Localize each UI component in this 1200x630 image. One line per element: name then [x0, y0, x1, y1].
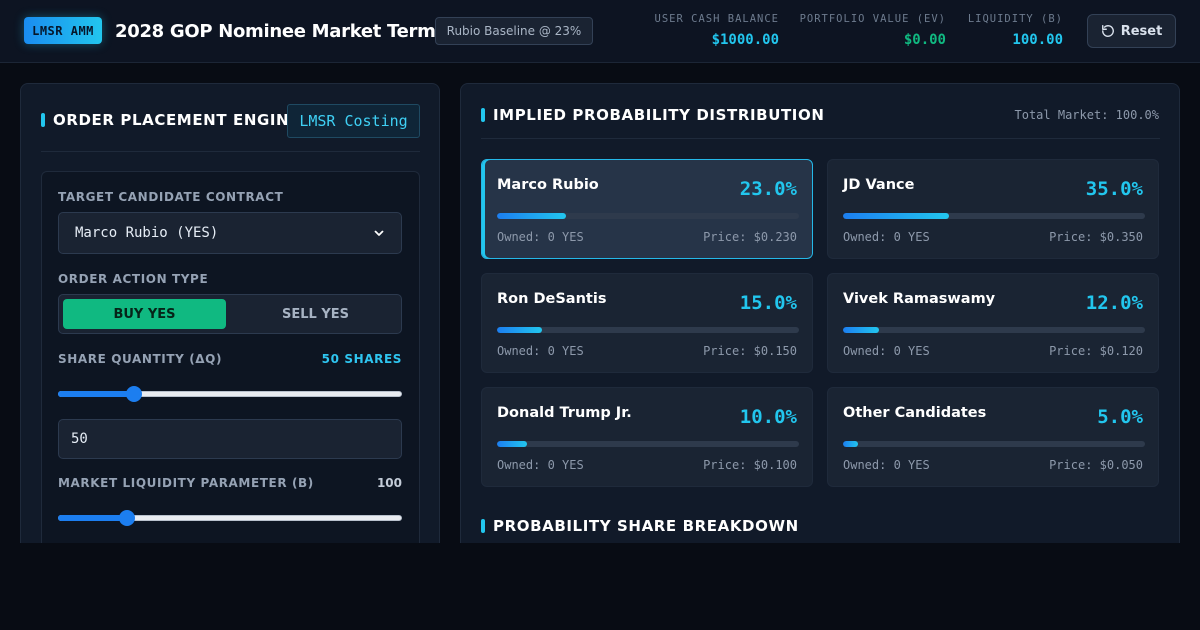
candidate-probability: 35.0% — [1085, 178, 1143, 200]
candidate-card[interactable]: Other Candidates 5.0% Owned: 0 YES Price: $… — [827, 387, 1159, 487]
probability-distribution-panel: IMPLIED PROBABILITY DISTRIBUTION Total M… — [460, 83, 1180, 543]
stat-label: LIQUIDITY (B) — [967, 13, 1063, 25]
divider — [481, 138, 1160, 139]
page-title: 2028 GOP Nominee Market Terminal — [115, 20, 472, 42]
buy-yes-button[interactable]: BUY YES — [63, 299, 226, 329]
candidate-card[interactable]: Vivek Ramaswamy 12.0% Owned: 0 YES Price: $… — [827, 273, 1159, 373]
candidate-probability: 23.0% — [739, 178, 797, 200]
liquidity-stat: LIQUIDITY (B) 100.00 — [968, 13, 1063, 48]
contract-price: Price: $0.050 — [1049, 458, 1143, 472]
slider-thumb[interactable] — [118, 510, 135, 526]
order-form: TARGET CANDIDATE CONTRACT Marco Rubio (Y… — [41, 171, 420, 543]
reset-icon — [1101, 24, 1115, 38]
share-quantity-label: SHARE QUANTITY (ΔQ) — [58, 352, 223, 366]
share-quantity-input[interactable]: 50 — [58, 419, 402, 459]
probability-bar-fill — [843, 213, 949, 219]
share-quantity-slider[interactable] — [58, 386, 402, 402]
candidate-probability: 5.0% — [1097, 406, 1143, 428]
order-panel-heading: ORDER PLACEMENT ENGINE — [41, 111, 300, 129]
probability-bar-fill — [843, 327, 880, 333]
stat-label: PORTFOLIO VALUE (EV) — [799, 13, 946, 25]
candidate-name: Other Candidates — [843, 405, 987, 421]
probability-bar-fill — [497, 327, 543, 333]
reset-button[interactable]: Reset — [1087, 14, 1176, 48]
breakdown-heading: PROBABILITY SHARE BREAKDOWN — [481, 517, 799, 535]
contract-price: Price: $0.120 — [1049, 344, 1143, 358]
candidate-card[interactable]: Donald Trump Jr. 10.0% Owned: 0 YES Price: … — [481, 387, 813, 487]
distribution-title: IMPLIED PROBABILITY DISTRIBUTION — [493, 106, 825, 124]
accent-bar — [481, 108, 485, 122]
liquidity-parameter-label: MARKET LIQUIDITY PARAMETER (B) — [58, 476, 314, 490]
slider-fill — [58, 391, 134, 397]
candidate-probability: 12.0% — [1085, 292, 1143, 314]
share-quantity-badge: 50 SHARES — [321, 352, 402, 366]
candidate-name: Donald Trump Jr. — [497, 405, 632, 421]
owned-shares: Owned: 0 YES — [497, 458, 584, 472]
probability-bar — [843, 441, 1145, 447]
candidate-name: Ron DeSantis — [497, 291, 607, 307]
divider — [41, 151, 420, 152]
slider-thumb[interactable] — [125, 386, 142, 402]
stat-label: USER CASH BALANCE — [654, 13, 779, 25]
accent-bar — [41, 113, 45, 127]
lmsr-costing-chip: LMSR Costing — [287, 104, 420, 138]
selected-contract: Marco Rubio (YES) — [75, 225, 219, 241]
liquidity-value: 100.00 — [1012, 32, 1063, 48]
candidate-card[interactable]: JD Vance 35.0% Owned: 0 YES Price: $0.350 — [827, 159, 1159, 259]
order-action-label: ORDER ACTION TYPE — [58, 272, 209, 286]
breakdown-title: PROBABILITY SHARE BREAKDOWN — [493, 517, 799, 535]
distribution-heading: IMPLIED PROBABILITY DISTRIBUTION — [481, 106, 825, 124]
portfolio-value: $0.00 — [903, 32, 946, 48]
owned-shares: Owned: 0 YES — [843, 230, 930, 244]
probability-bar — [497, 213, 799, 219]
probability-bar — [843, 213, 1145, 219]
order-panel-title: ORDER PLACEMENT ENGINE — [53, 111, 301, 129]
chevron-down-icon — [373, 227, 385, 239]
candidate-contract-select[interactable]: Marco Rubio (YES) — [58, 212, 402, 254]
candidate-probability: 15.0% — [739, 292, 797, 314]
order-placement-panel: ORDER PLACEMENT ENGINE LMSR Costing TARG… — [20, 83, 440, 543]
candidate-name: JD Vance — [843, 177, 915, 193]
candidate-name: Marco Rubio — [497, 177, 599, 193]
contract-price: Price: $0.350 — [1049, 230, 1143, 244]
owned-shares: Owned: 0 YES — [843, 344, 930, 358]
baseline-chip: Rubio Baseline @ 23% — [435, 17, 593, 45]
owned-shares: Owned: 0 YES — [843, 458, 930, 472]
portfolio-value-stat: PORTFOLIO VALUE (EV) $0.00 — [800, 13, 946, 48]
candidate-card[interactable]: Marco Rubio 23.0% Owned: 0 YES Price: $0.23… — [481, 159, 813, 259]
owned-shares: Owned: 0 YES — [497, 344, 584, 358]
probability-bar-fill — [497, 441, 528, 447]
candidate-probability: 10.0% — [739, 406, 797, 428]
probability-bar-fill — [497, 213, 567, 219]
order-action-toggle: BUY YES SELL YES — [58, 294, 402, 334]
cash-balance-stat: USER CASH BALANCE $1000.00 — [655, 13, 779, 48]
total-market-label: Total Market: 100.0% — [1014, 108, 1160, 122]
accent-bar — [481, 519, 485, 533]
contract-price: Price: $0.150 — [703, 344, 797, 358]
contract-price: Price: $0.230 — [703, 230, 797, 244]
candidate-card[interactable]: Ron DeSantis 15.0% Owned: 0 YES Price: $0.1… — [481, 273, 813, 373]
reset-label: Reset — [1120, 23, 1163, 39]
sell-yes-button[interactable]: SELL YES — [234, 299, 397, 329]
amm-badge: LMSR AMM — [24, 17, 102, 44]
contract-price: Price: $0.100 — [703, 458, 797, 472]
slider-fill — [58, 515, 127, 521]
liquidity-parameter-value: 100 — [376, 476, 402, 490]
cash-balance-value: $1000.00 — [711, 32, 779, 48]
probability-bar — [497, 441, 799, 447]
top-bar: LMSR AMM 2028 GOP Nominee Market Termina… — [0, 0, 1200, 63]
probability-bar — [843, 327, 1145, 333]
target-contract-label: TARGET CANDIDATE CONTRACT — [58, 190, 284, 204]
candidate-name: Vivek Ramaswamy — [843, 291, 996, 307]
owned-shares: Owned: 0 YES — [497, 230, 584, 244]
liquidity-parameter-slider[interactable] — [58, 510, 402, 526]
probability-bar — [497, 327, 799, 333]
probability-bar-fill — [843, 441, 859, 447]
